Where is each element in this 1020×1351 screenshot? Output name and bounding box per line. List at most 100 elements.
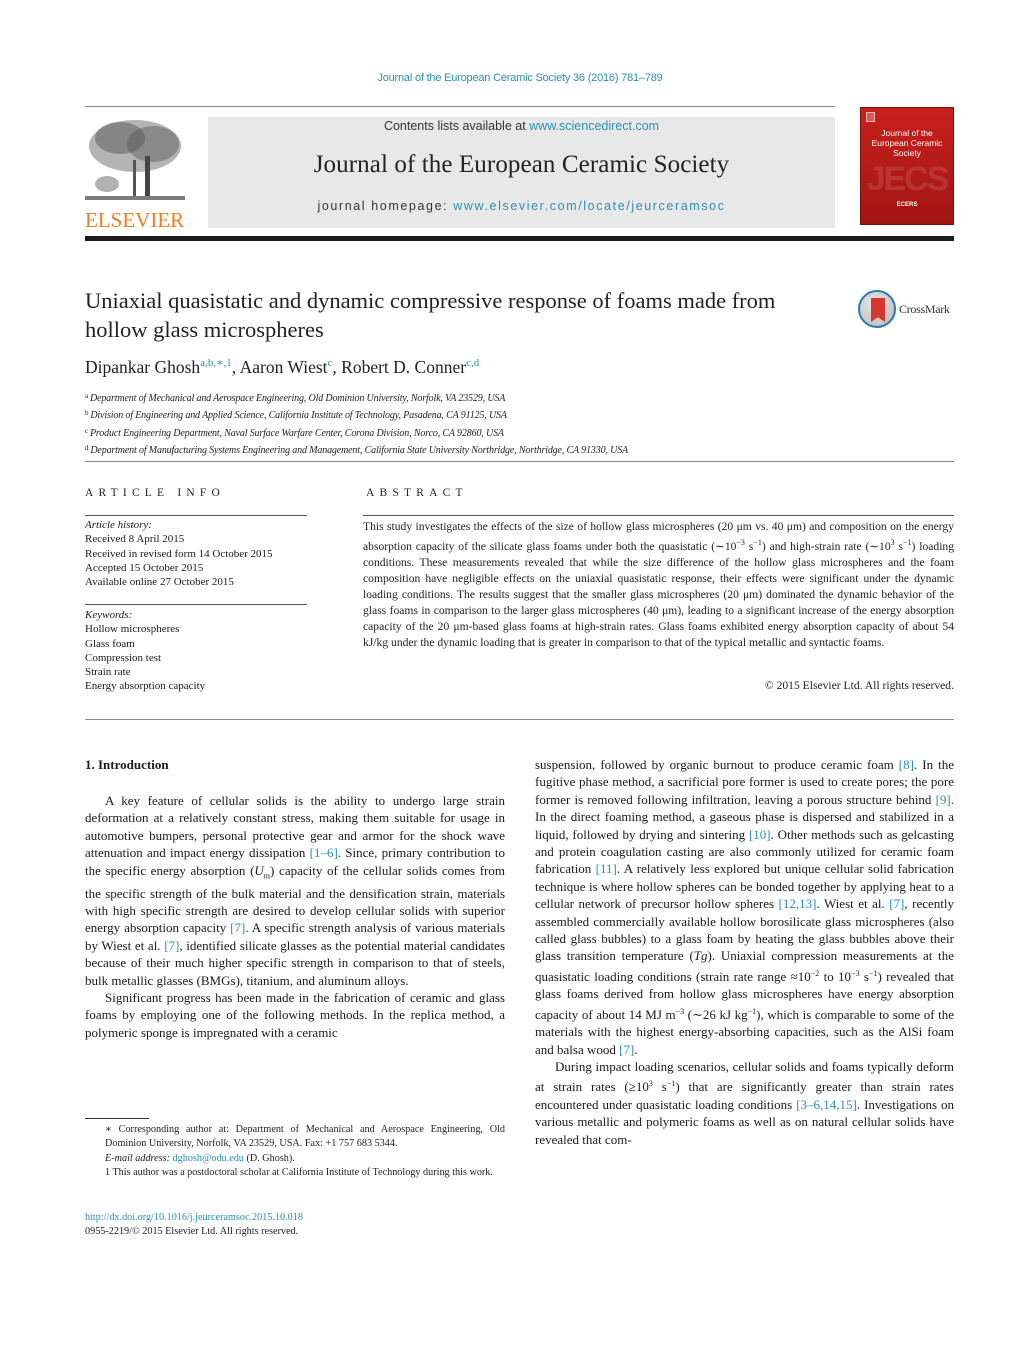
affiliation-item: a Department of Mechanical and Aerospace … xyxy=(85,389,628,406)
keywords-rule xyxy=(85,604,307,605)
affiliation-rule xyxy=(85,461,954,462)
article-info-heading: ARTICLE INFO xyxy=(85,487,225,499)
citation-link[interactable]: [7] xyxy=(619,1042,634,1057)
journal-homepage-link[interactable]: www.elsevier.com/locate/jeurceramsoc xyxy=(453,199,725,213)
keywords-label: Keywords: xyxy=(85,609,133,621)
citation-link[interactable]: [11] xyxy=(596,861,617,876)
affiliation-text: Department of Mechanical and Aerospace E… xyxy=(89,393,506,404)
affiliation-item: c Product Engineering Department, Naval S… xyxy=(85,424,628,441)
text-run: . xyxy=(634,1041,638,1057)
exponent: −1 xyxy=(868,968,878,978)
affiliation-mark: b xyxy=(85,409,89,418)
footnotes: ∗ Corresponding author at: Department of… xyxy=(85,1123,505,1181)
cover-watermark: JECS xyxy=(866,160,950,198)
cover-society: ECERS xyxy=(896,202,918,208)
header-rule xyxy=(85,106,835,107)
keyword-item: Compression test xyxy=(85,651,162,664)
author-marks[interactable]: c xyxy=(328,357,333,369)
author-name[interactable]: Aaron Wiest xyxy=(240,357,328,377)
author-marks[interactable]: a,b,∗,1 xyxy=(200,357,232,369)
abstract-text: This study investigates the effects of t… xyxy=(363,520,955,649)
cover-title: Journal of the European Ceramic Society xyxy=(861,128,953,158)
text-run: . Wiest et al. xyxy=(816,896,890,912)
keyword-item: Energy absorption capacity xyxy=(85,680,206,693)
affiliations: a Department of Mechanical and Aerospace … xyxy=(85,389,628,459)
corresponding-author-note: ∗ Corresponding author at: Department of… xyxy=(105,1124,505,1150)
crossmark-label: CrossMark xyxy=(899,302,950,316)
author-name[interactable]: Robert D. Conner xyxy=(341,357,466,377)
section-heading-introduction: 1. Introduction xyxy=(85,757,169,772)
elsevier-wordmark: ELSEVIER xyxy=(85,208,185,232)
abstract-bottom-rule xyxy=(85,719,954,720)
author-name[interactable]: Dipankar Ghosh xyxy=(85,357,200,377)
affiliation-text: Department of Manufacturing Systems Engi… xyxy=(90,445,629,457)
abstract-copyright: © 2015 Elsevier Ltd. All rights reserved… xyxy=(764,679,954,692)
author-list: Dipankar Ghosha,b,∗,1, Aaron Wiestc, Rob… xyxy=(85,357,480,377)
affiliation-mark: d xyxy=(85,444,89,453)
author-footnote-1: 1 This author was a postdoctoral scholar… xyxy=(105,1167,493,1179)
keyword-item: Glass foam xyxy=(85,637,135,650)
text-run: to 10 xyxy=(819,968,852,984)
history-item: Available online 27 October 2015 xyxy=(85,576,234,589)
doi-link[interactable]: http://dx.doi.org/10.1016/j.jeurceramsoc… xyxy=(85,1212,303,1223)
history-item: Accepted 15 October 2015 xyxy=(85,561,204,574)
affiliation-mark: a xyxy=(85,392,88,400)
affiliation-text: Division of Engineering and Applied Scie… xyxy=(90,410,507,422)
author-marks[interactable]: c,d xyxy=(466,357,479,369)
citation-link[interactable]: [3–6,14,15] xyxy=(796,1097,857,1112)
affiliation-item: b Division of Engineering and Applied Sci… xyxy=(85,406,628,423)
abstract-rule xyxy=(363,515,954,516)
paragraph: During impact loading scenarios, cellula… xyxy=(535,1058,955,1147)
citation-link[interactable]: [12,13] xyxy=(779,896,817,911)
cover-url-line xyxy=(861,211,953,215)
doi-block: http://dx.doi.org/10.1016/j.jeurceramsoc… xyxy=(85,1211,303,1240)
contents-prefix: Contents lists available at xyxy=(383,119,530,133)
citation-link[interactable]: [10] xyxy=(749,827,771,842)
citation-link[interactable]: [7] xyxy=(164,938,179,953)
paragraph: Significant progress has been made in th… xyxy=(85,989,505,1041)
exponent: −1 xyxy=(747,1006,757,1016)
journal-reference[interactable]: Journal of the European Ceramic Society … xyxy=(0,72,1020,84)
journal-banner: Contents lists available at www.scienced… xyxy=(208,117,835,228)
affiliation-mark: c xyxy=(85,426,88,435)
contents-line: Contents lists available at www.scienced… xyxy=(208,119,835,133)
crossmark-button[interactable]: CrossMark xyxy=(858,290,958,330)
email-note: E-mail address: dghosh@odu.edu (D. Ghosh… xyxy=(105,1152,295,1164)
exponent: −3 xyxy=(675,1006,685,1016)
exponent: −2 xyxy=(810,968,820,978)
text-run: (∼26 kJ kg xyxy=(684,1006,748,1022)
citation-link[interactable]: [7] xyxy=(889,896,904,911)
paragraph-continued: suspension, followed by organic burnout … xyxy=(535,756,954,1058)
sciencedirect-link[interactable]: www.sciencedirect.com xyxy=(529,119,659,133)
citation-link[interactable]: [7] xyxy=(230,920,245,935)
footnote-rule xyxy=(85,1118,149,1119)
cover-title-line2: European Ceramic Society xyxy=(871,138,943,158)
article-history: Article history: Received 8 April 2015 R… xyxy=(85,518,273,589)
text-run: Significant progress has been made in th… xyxy=(85,990,505,1040)
crossmark-icon xyxy=(858,290,896,328)
journal-cover-image[interactable]: Journal of the European Ceramic Society … xyxy=(860,107,954,225)
body-column-right: suspension, followed by organic burnout … xyxy=(535,756,954,1148)
header-thick-rule xyxy=(85,236,954,241)
cover-publisher-badge-icon xyxy=(866,112,875,122)
citation-link[interactable]: [8] xyxy=(899,757,914,772)
citation-link[interactable]: [1–6] xyxy=(310,845,338,860)
citation-link[interactable]: [9] xyxy=(936,792,951,807)
article-title: Uniaxial quasistatic and dynamic compres… xyxy=(85,288,776,342)
keyword-item: Strain rate xyxy=(85,666,131,679)
abstract-heading: ABSTRACT xyxy=(366,487,468,499)
affiliation-item: d Department of Manufacturing Systems Eng… xyxy=(85,441,628,458)
issn-copyright: 0955-2219/© 2015 Elsevier Ltd. All right… xyxy=(85,1226,299,1238)
email-link[interactable]: dghosh@odu.edu xyxy=(173,1153,244,1164)
crossmark-ribbon-icon xyxy=(871,298,885,322)
symbol-tg: Tg xyxy=(693,948,708,964)
body-column-left: A key feature of cellular solids is the … xyxy=(85,792,505,1041)
exponent: −3 xyxy=(851,968,860,978)
keyword-item: Hollow microspheres xyxy=(85,623,180,636)
history-item: Received in revised form 14 October 2015 xyxy=(85,547,273,560)
affiliation-text: Product Engineering Department, Naval Su… xyxy=(89,427,504,439)
elsevier-tree-icon xyxy=(85,116,185,206)
homepage-prefix: journal homepage: xyxy=(317,199,454,213)
article-history-label: Article history: xyxy=(85,519,152,531)
elsevier-logo[interactable]: ELSEVIER xyxy=(85,116,187,232)
